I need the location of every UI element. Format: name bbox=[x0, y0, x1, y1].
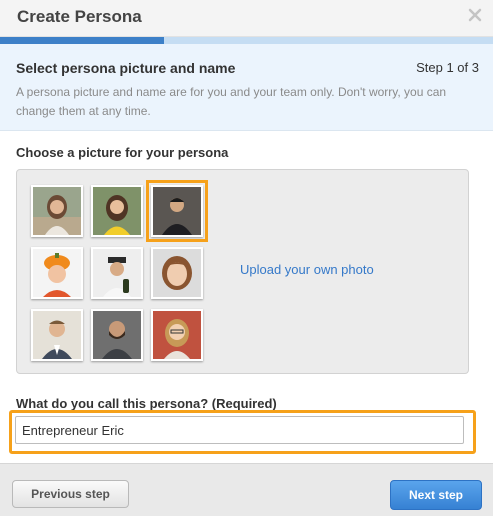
persona-photo-4[interactable] bbox=[31, 247, 83, 299]
close-icon[interactable] bbox=[467, 7, 483, 23]
persona-photo-5[interactable] bbox=[91, 247, 143, 299]
create-persona-dialog: Create Persona Select persona picture an… bbox=[0, 0, 493, 516]
step-counter: Step 1 of 3 bbox=[416, 60, 479, 75]
persona-photo-3-selected[interactable] bbox=[146, 180, 208, 242]
step-heading: Select persona picture and name bbox=[16, 60, 236, 76]
upload-photo-link[interactable]: Upload your own photo bbox=[240, 262, 374, 277]
dialog-footer: Previous step Next step bbox=[0, 463, 493, 516]
picture-section-label: Choose a picture for your persona bbox=[16, 145, 229, 160]
persona-photo-2[interactable] bbox=[91, 185, 143, 237]
dialog-title: Create Persona bbox=[17, 7, 142, 26]
persona-picture-picker: Upload your own photo bbox=[16, 169, 469, 374]
persona-photo-6[interactable] bbox=[151, 247, 203, 299]
persona-name-input[interactable] bbox=[15, 416, 464, 444]
persona-photo-1[interactable] bbox=[31, 185, 83, 237]
step-progress-bar bbox=[0, 37, 493, 44]
step-progress-fill bbox=[0, 37, 165, 44]
dialog-titlebar: Create Persona bbox=[0, 0, 493, 37]
step-info-panel: Select persona picture and name Step 1 o… bbox=[0, 44, 493, 131]
persona-photo-7[interactable] bbox=[31, 309, 83, 361]
step-description: A persona picture and name are for you a… bbox=[16, 85, 447, 118]
next-step-button[interactable]: Next step bbox=[390, 480, 482, 510]
persona-photo-8[interactable] bbox=[91, 309, 143, 361]
persona-name-label: What do you call this persona? (Required… bbox=[16, 396, 277, 411]
previous-step-button[interactable]: Previous step bbox=[12, 480, 129, 508]
persona-photo-9[interactable] bbox=[151, 309, 203, 361]
